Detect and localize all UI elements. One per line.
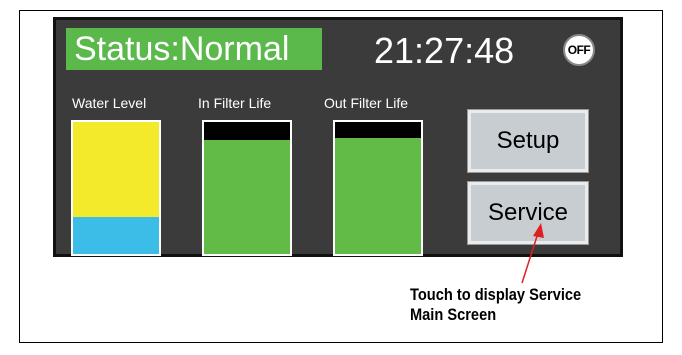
callout-arrow-head xyxy=(533,223,544,238)
callout-line-2: Main Screen xyxy=(410,305,497,324)
service-callout-text: Touch to display Service Main Screen xyxy=(410,285,581,325)
callout-arrow-line xyxy=(521,229,540,284)
callout-line-1: Touch to display Service xyxy=(410,285,582,304)
